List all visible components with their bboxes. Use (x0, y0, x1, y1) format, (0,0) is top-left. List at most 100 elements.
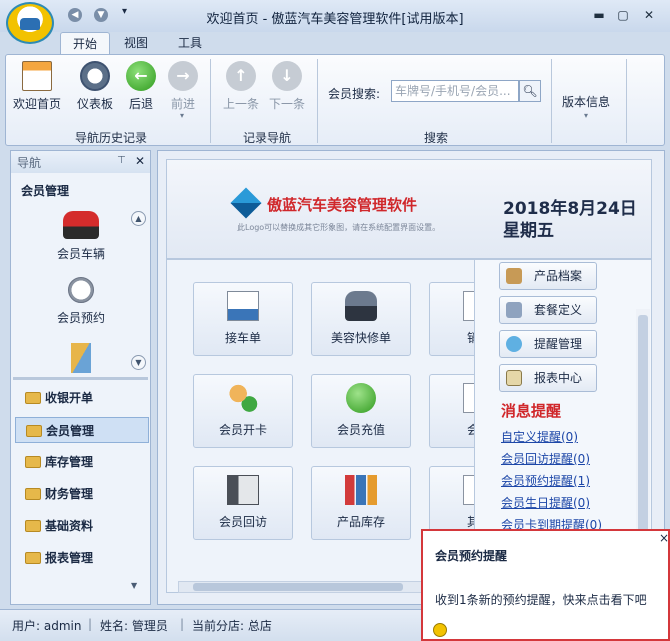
add-users-icon (227, 383, 259, 413)
sidebar-section-title: 会员管理 (21, 184, 70, 198)
clipboard-icon (506, 370, 522, 386)
sidebar-item-finance[interactable]: 财务管理 (15, 481, 149, 507)
brand-subtitle: 此Logo可以替换成其它形象图，请在系统配置界面设置。 (237, 223, 441, 232)
tile-sales[interactable]: 销售 (429, 282, 475, 356)
home-icon (22, 61, 52, 91)
quick-back-icon[interactable]: ◀ (68, 8, 82, 22)
sidebar-item-checkout[interactable]: 收银开单 (15, 385, 149, 411)
search-group-label: 搜索 (423, 131, 448, 145)
member-search-input[interactable]: 车牌号/手机号/会员... (391, 80, 519, 102)
scroll-thumb[interactable] (193, 583, 403, 591)
sidebar-item-inventory[interactable]: 库存管理 (15, 449, 149, 475)
tile-member-card-open[interactable]: 会员开卡 (193, 374, 293, 448)
sidebar-header: 导航 (11, 151, 150, 173)
clock-icon (68, 277, 94, 303)
sidebar-item-basic-data[interactable]: 基础资料 (15, 513, 149, 539)
app-logo-icon[interactable] (6, 2, 54, 44)
tile-member-other[interactable]: 会员 (429, 374, 475, 448)
followup-reminder-link[interactable]: 会员回访提醒(0) (501, 450, 590, 467)
reminder-management-button[interactable]: 提醒管理 (499, 330, 597, 358)
nav-label: 库存管理 (45, 455, 94, 469)
red-car-icon (63, 211, 99, 239)
button-label: 报表中心 (534, 371, 583, 385)
status-branch: 当前分店: 总店 (192, 619, 272, 633)
gauge-icon (80, 61, 110, 91)
package-definition-button[interactable]: 套餐定义 (499, 296, 597, 324)
tile-member-followup[interactable]: 会员回访 (193, 466, 293, 540)
tab-tools[interactable]: 工具 (170, 32, 210, 54)
customize-quickbar-icon[interactable]: ▾ (122, 6, 127, 17)
current-weekday: 星期五 (503, 221, 554, 241)
splitter[interactable] (13, 377, 148, 380)
popup-message[interactable]: 收到1条新的预约提醒，快来点击看下吧 (435, 591, 647, 608)
version-info-button[interactable]: 版本信息 (562, 93, 610, 110)
car-front-icon (345, 291, 377, 321)
prev-record-label: 上一条 (222, 97, 259, 111)
folder-icon (25, 456, 41, 468)
nav-history-group-label: 导航历史记录 (74, 131, 147, 145)
status-user: 用户: admin (12, 619, 82, 633)
divider (551, 59, 552, 143)
nav-label: 财务管理 (45, 487, 94, 501)
sidebar-item-reports[interactable]: 报表管理 (15, 545, 149, 571)
sidebar-header-title: 导航 (17, 156, 42, 170)
tab-view[interactable]: 视图 (116, 32, 156, 54)
pin-icon[interactable]: ⊤ (117, 155, 126, 166)
folder-icon (25, 488, 41, 500)
scroll-up-icon[interactable]: ▲ (131, 211, 146, 226)
tile-vehicle-reception[interactable]: 接车单 (193, 282, 293, 356)
next-record-button[interactable]: ↓ 下一条 (262, 61, 312, 121)
appointment-reminder-link[interactable]: 会员预约提醒(1) (501, 472, 590, 489)
back-arrow-icon: ← (126, 61, 156, 91)
cart-icon (506, 302, 522, 318)
product-archive-button[interactable]: 产品档案 (499, 262, 597, 290)
scroll-thumb[interactable] (638, 315, 648, 545)
quick-down-icon[interactable]: ▼ (94, 8, 108, 22)
forward-label: 前进 (170, 97, 195, 111)
member-appointments-label: 会员预约 (56, 311, 105, 325)
welcome-banner: 傲蓝汽车美容管理软件 此Logo可以替换成其它形象图，请在系统配置界面设置。 2… (166, 159, 652, 259)
popup-close-icon[interactable]: × (659, 531, 669, 545)
welcome-home-button[interactable]: 欢迎首页 (12, 61, 62, 121)
search-icon[interactable]: 🔍︎ (519, 80, 541, 102)
down-arrow-icon: ↓ (272, 61, 302, 91)
box-icon (506, 268, 522, 284)
sidebar-item-member-vehicles[interactable]: 会员车辆 (31, 211, 131, 262)
sidebar-overflow-icon[interactable]: ▼ (131, 581, 137, 590)
message-reminders-title: 消息提醒 (501, 402, 562, 420)
tile-label: 会员充值 (336, 423, 385, 437)
birthday-reminder-link[interactable]: 会员生日提醒(0) (501, 494, 590, 511)
tile-member-recharge[interactable]: 会员充值 (311, 374, 411, 448)
sidebar-close-icon[interactable]: ✕ (135, 154, 145, 168)
status-name: 姓名: 管理员 (100, 619, 168, 633)
tile-label: 接车单 (224, 331, 261, 345)
dashboard-label: 仪表板 (76, 97, 113, 111)
divider (317, 59, 318, 143)
tile-label: 会员 (430, 421, 475, 438)
status-divider: | (88, 617, 93, 631)
appointment-reminder-popup[interactable]: × 会员预约提醒 收到1条新的预约提醒，快来点击看下吧 (421, 529, 670, 641)
report-center-button[interactable]: 报表中心 (499, 364, 597, 392)
scroll-down-icon[interactable]: ▼ (131, 355, 146, 370)
sidebar-item-member-appointments[interactable]: 会员预约 (31, 277, 131, 326)
green-document-icon (346, 383, 376, 413)
sidebar-item-member-management[interactable]: 会员管理 (15, 417, 149, 443)
tile-label: 销售 (430, 329, 475, 346)
dashboard-button[interactable]: 仪表板 (70, 61, 120, 121)
tab-start[interactable]: 开始 (60, 32, 110, 54)
prev-record-button[interactable]: ↑ 上一条 (216, 61, 266, 121)
nav-label: 会员管理 (46, 424, 95, 438)
folder-icon (25, 520, 41, 532)
maximize-icon[interactable]: ▢ (614, 7, 632, 23)
close-icon[interactable]: ✕ (640, 7, 658, 23)
bar-chart-icon (345, 475, 377, 505)
forward-dropdown-icon[interactable]: ▾ (180, 111, 184, 120)
custom-reminder-link[interactable]: 自定义提醒(0) (501, 428, 578, 445)
tile-product-inventory[interactable]: 产品库存 (311, 466, 411, 540)
tile-quick-repair[interactable]: 美容快修单 (311, 282, 411, 356)
phone-icon (227, 475, 259, 505)
folder-icon (25, 392, 41, 404)
minimize-icon[interactable]: ▬ (590, 7, 608, 23)
version-dropdown-icon[interactable]: ▾ (584, 111, 588, 120)
navigation-sidebar: 导航 ⊤ ✕ 会员管理 会员车辆 会员预约 ▲ ▼ 收银开单 会员管理 库存管理… (10, 150, 151, 605)
